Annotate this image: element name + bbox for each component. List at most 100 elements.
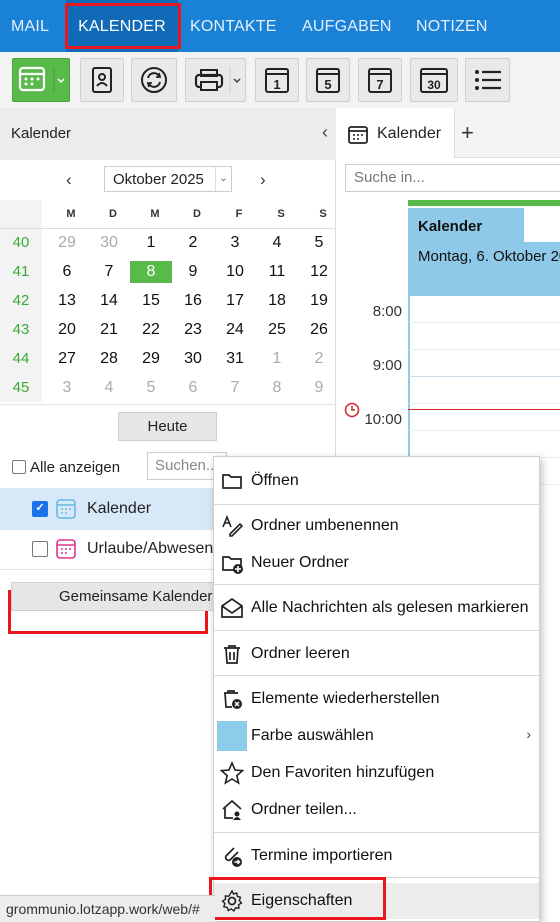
day-cell[interactable]: 14 bbox=[88, 286, 130, 315]
day-cell[interactable]: 19 bbox=[298, 286, 340, 315]
menu-item-share-folder[interactable]: Ordner teilen... bbox=[214, 792, 539, 828]
menu-item-rename[interactable]: Ordner umbenennen bbox=[214, 508, 539, 544]
weekday-label: F bbox=[235, 208, 243, 220]
day-cell[interactable]: 2 bbox=[172, 228, 214, 257]
day-cell[interactable]: 6 bbox=[46, 257, 88, 286]
day-cell[interactable]: 9 bbox=[172, 257, 214, 286]
shared-calendars-button[interactable]: Gemeinsame Kalender bbox=[11, 582, 217, 611]
calendar-workweek-icon: 5 bbox=[316, 68, 340, 93]
view-day-button[interactable]: 1 bbox=[255, 58, 299, 102]
menu-item-open[interactable]: Öffnen bbox=[214, 463, 539, 499]
folder-checkbox-urlaube[interactable] bbox=[32, 541, 48, 557]
day-cell[interactable]: 25 bbox=[256, 315, 298, 344]
day-cell[interactable]: 4 bbox=[256, 228, 298, 257]
day-cell[interactable]: 17 bbox=[214, 286, 256, 315]
day-cell[interactable]: 2 bbox=[298, 344, 340, 373]
show-all-toggle[interactable]: Alle anzeigen bbox=[12, 459, 120, 476]
folder-checkbox-kalender[interactable]: ✓ bbox=[32, 501, 48, 517]
day-cell[interactable]: 30 bbox=[88, 228, 130, 257]
calendar-search-input[interactable]: Suche in... bbox=[345, 164, 560, 192]
add-tab-icon[interactable]: + bbox=[461, 120, 474, 146]
menu-item-new-folder[interactable]: Neuer Ordner bbox=[214, 545, 539, 581]
week-number[interactable]: 40 bbox=[0, 228, 42, 257]
view-month-button[interactable]: 30 bbox=[410, 58, 458, 102]
menu-item-add-favorite[interactable]: Den Favoriten hinzufügen bbox=[214, 755, 539, 791]
menu-item-mark-all-read[interactable]: Alle Nachrichten als gelesen markieren bbox=[214, 590, 539, 626]
day-cell[interactable]: 5 bbox=[298, 228, 340, 257]
day-cell[interactable]: 20 bbox=[46, 315, 88, 344]
day-cell[interactable]: 13 bbox=[46, 286, 88, 315]
new-appointment-button[interactable] bbox=[12, 58, 70, 102]
grid-line bbox=[409, 349, 560, 350]
collapse-panel-icon[interactable]: ‹ bbox=[322, 122, 328, 143]
weekday-label: M bbox=[150, 208, 160, 220]
day-cell[interactable]: 29 bbox=[130, 344, 172, 373]
view-week-button[interactable]: 7 bbox=[358, 58, 402, 102]
address-book-button[interactable] bbox=[80, 58, 124, 102]
day-cell[interactable]: 4 bbox=[88, 373, 130, 402]
day-cell[interactable]: 16 bbox=[172, 286, 214, 315]
view-workweek-button[interactable]: 5 bbox=[306, 58, 350, 102]
day-cell[interactable]: 9 bbox=[298, 373, 340, 402]
week-number[interactable]: 45 bbox=[0, 373, 42, 402]
tab-kalender[interactable]: Kalender bbox=[337, 108, 455, 158]
nav-tab-kalender[interactable]: KALENDER bbox=[66, 0, 178, 52]
nav-tab-aufgaben[interactable]: AUFGABEN bbox=[302, 0, 392, 52]
menu-item-import[interactable]: Termine importieren bbox=[214, 838, 539, 874]
day-cell[interactable]: 31 bbox=[214, 344, 256, 373]
day-cell-today[interactable]: 8 bbox=[130, 260, 172, 283]
day-cell[interactable]: 23 bbox=[172, 315, 214, 344]
refresh-button[interactable] bbox=[131, 58, 177, 102]
day-cell[interactable]: 21 bbox=[88, 315, 130, 344]
day-cell[interactable]: 1 bbox=[256, 344, 298, 373]
day-cell[interactable]: 7 bbox=[88, 257, 130, 286]
day-cell[interactable]: 6 bbox=[172, 373, 214, 402]
view-list-button[interactable] bbox=[465, 58, 510, 102]
day-cell[interactable]: 3 bbox=[46, 373, 88, 402]
day-cell[interactable]: 29 bbox=[46, 228, 88, 257]
day-cell[interactable]: 1 bbox=[130, 228, 172, 257]
menu-label: Ordner leeren bbox=[251, 645, 350, 662]
day-cell[interactable]: 24 bbox=[214, 315, 256, 344]
day-cell[interactable]: 22 bbox=[130, 315, 172, 344]
prev-month-icon[interactable]: ‹ bbox=[66, 170, 72, 190]
week-number[interactable]: 44 bbox=[0, 344, 42, 373]
day-cell[interactable]: 5 bbox=[130, 373, 172, 402]
week-number[interactable]: 41 bbox=[0, 257, 42, 286]
day-cell[interactable]: 12 bbox=[298, 257, 340, 286]
day-cell[interactable]: 3 bbox=[214, 228, 256, 257]
day-cell[interactable]: 7 bbox=[214, 373, 256, 402]
day-cell[interactable]: 30 bbox=[172, 344, 214, 373]
day-cell[interactable]: 8 bbox=[256, 373, 298, 402]
nav-tab-notizen[interactable]: NOTIZEN bbox=[416, 0, 488, 52]
day-cell[interactable]: 11 bbox=[256, 257, 298, 286]
day-cell[interactable]: 18 bbox=[256, 286, 298, 315]
envelope-open-icon bbox=[221, 597, 243, 618]
menu-item-restore[interactable]: Elemente wiederherstellen bbox=[214, 681, 539, 717]
time-label: 9:00 bbox=[372, 357, 402, 374]
toolbar: 1 5 7 30 bbox=[0, 52, 560, 108]
day-cell[interactable]: 26 bbox=[298, 315, 340, 344]
calendar-month-icon: 30 bbox=[420, 68, 448, 93]
week-number[interactable]: 42 bbox=[0, 286, 42, 315]
clock-icon bbox=[344, 402, 360, 423]
nav-tab-kontakte[interactable]: KONTAKTE bbox=[190, 0, 277, 52]
menu-item-choose-color[interactable]: Farbe auswählen › bbox=[214, 718, 539, 754]
divider bbox=[0, 404, 336, 405]
nav-tab-mail[interactable]: MAIL bbox=[11, 0, 49, 52]
day-cell[interactable]: 15 bbox=[130, 286, 172, 315]
day-cell[interactable]: 10 bbox=[214, 257, 256, 286]
menu-item-properties[interactable]: Eigenschaften bbox=[214, 883, 539, 919]
next-month-icon[interactable]: › bbox=[260, 170, 266, 190]
day-cell[interactable]: 27 bbox=[46, 344, 88, 373]
show-all-checkbox[interactable] bbox=[12, 460, 26, 474]
weekday-label: M bbox=[66, 208, 76, 220]
menu-item-empty-folder[interactable]: Ordner leeren bbox=[214, 636, 539, 672]
week-number[interactable]: 43 bbox=[0, 315, 42, 344]
day-cell[interactable]: 28 bbox=[88, 344, 130, 373]
month-select[interactable]: Oktober 2025 ⌄ bbox=[104, 166, 232, 192]
printer-icon bbox=[194, 67, 241, 93]
today-button[interactable]: Heute bbox=[118, 412, 217, 441]
print-button[interactable] bbox=[185, 58, 246, 102]
panel-header: Kalender ‹ bbox=[0, 108, 336, 160]
